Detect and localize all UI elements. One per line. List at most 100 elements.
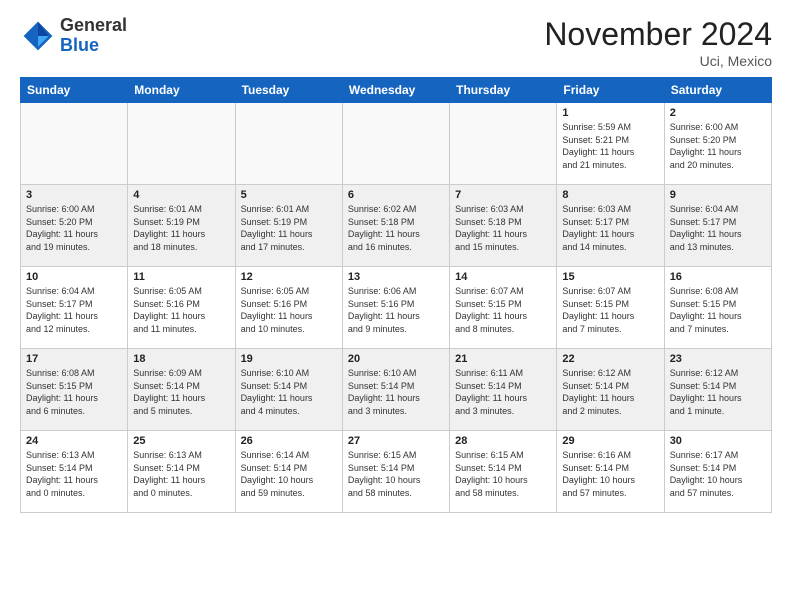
day-number: 8: [562, 189, 658, 201]
day-info: Sunrise: 6:15 AM Sunset: 5:14 PM Dayligh…: [455, 449, 551, 499]
calendar-day-2-3: 13 Sunrise: 6:06 AM Sunset: 5:16 PM Dayli…: [342, 267, 449, 349]
day-number: 19: [241, 353, 337, 365]
calendar-day-1-1: 4 Sunrise: 6:01 AM Sunset: 5:19 PM Daylig…: [128, 185, 235, 267]
day-number: 25: [133, 435, 229, 447]
day-number: 5: [241, 189, 337, 201]
day-info: Sunrise: 6:05 AM Sunset: 5:16 PM Dayligh…: [133, 285, 229, 335]
location: Uci, Mexico: [544, 53, 772, 69]
calendar-day-3-5: 22 Sunrise: 6:12 AM Sunset: 5:14 PM Dayli…: [557, 349, 664, 431]
day-number: 1: [562, 107, 658, 119]
calendar-day-0-6: 2Sunrise: 6:00 AM Sunset: 5:20 PM Daylig…: [664, 103, 771, 185]
calendar-week-4: 24 Sunrise: 6:13 AM Sunset: 5:14 PM Dayli…: [21, 431, 772, 513]
day-info: Sunrise: 6:11 AM Sunset: 5:14 PM Dayligh…: [455, 367, 551, 417]
day-info: Sunrise: 6:07 AM Sunset: 5:15 PM Dayligh…: [455, 285, 551, 335]
day-number: 10: [26, 271, 122, 283]
day-info: Sunrise: 6:13 AM Sunset: 5:14 PM Dayligh…: [133, 449, 229, 499]
calendar-day-2-5: 15 Sunrise: 6:07 AM Sunset: 5:15 PM Dayli…: [557, 267, 664, 349]
day-number: 20: [348, 353, 444, 365]
calendar-week-0: 1 Sunrise: 5:59 AM Sunset: 5:21 PM Daylig…: [21, 103, 772, 185]
calendar-day-0-5: 1 Sunrise: 5:59 AM Sunset: 5:21 PM Daylig…: [557, 103, 664, 185]
day-number: 11: [133, 271, 229, 283]
day-number: 16: [670, 271, 766, 283]
day-number: 23: [670, 353, 766, 365]
day-number: 13: [348, 271, 444, 283]
weekday-row: SundayMondayTuesdayWednesdayThursdayFrid…: [21, 78, 772, 103]
logo-icon: [20, 18, 56, 54]
calendar-week-1: 3Sunrise: 6:00 AM Sunset: 5:20 PM Daylig…: [21, 185, 772, 267]
calendar-day-4-6: 30Sunrise: 6:17 AM Sunset: 5:14 PM Dayli…: [664, 431, 771, 513]
day-info: Sunrise: 6:08 AM Sunset: 5:15 PM Dayligh…: [670, 285, 766, 335]
calendar-day-1-5: 8 Sunrise: 6:03 AM Sunset: 5:17 PM Daylig…: [557, 185, 664, 267]
logo-blue: Blue: [60, 35, 99, 55]
title-block: November 2024 Uci, Mexico: [544, 16, 772, 69]
calendar-day-4-3: 27 Sunrise: 6:15 AM Sunset: 5:14 PM Dayli…: [342, 431, 449, 513]
day-number: 6: [348, 189, 444, 201]
calendar-day-1-6: 9 Sunrise: 6:04 AM Sunset: 5:17 PM Daylig…: [664, 185, 771, 267]
day-info: Sunrise: 6:10 AM Sunset: 5:14 PM Dayligh…: [241, 367, 337, 417]
day-info: Sunrise: 6:16 AM Sunset: 5:14 PM Dayligh…: [562, 449, 658, 499]
calendar-day-2-0: 10Sunrise: 6:04 AM Sunset: 5:17 PM Dayli…: [21, 267, 128, 349]
day-number: 24: [26, 435, 122, 447]
weekday-header-thursday: Thursday: [450, 78, 557, 103]
day-number: 21: [455, 353, 551, 365]
calendar-day-2-6: 16 Sunrise: 6:08 AM Sunset: 5:15 PM Dayli…: [664, 267, 771, 349]
day-info: Sunrise: 6:04 AM Sunset: 5:17 PM Dayligh…: [670, 203, 766, 253]
day-number: 7: [455, 189, 551, 201]
day-number: 2: [670, 107, 766, 119]
calendar-day-0-0: [21, 103, 128, 185]
calendar-day-3-6: 23 Sunrise: 6:12 AM Sunset: 5:14 PM Dayli…: [664, 349, 771, 431]
day-number: 18: [133, 353, 229, 365]
calendar-day-1-3: 6 Sunrise: 6:02 AM Sunset: 5:18 PM Daylig…: [342, 185, 449, 267]
day-info: Sunrise: 6:12 AM Sunset: 5:14 PM Dayligh…: [562, 367, 658, 417]
day-number: 15: [562, 271, 658, 283]
weekday-header-sunday: Sunday: [21, 78, 128, 103]
calendar-day-4-5: 29Sunrise: 6:16 AM Sunset: 5:14 PM Dayli…: [557, 431, 664, 513]
day-info: Sunrise: 6:17 AM Sunset: 5:14 PM Dayligh…: [670, 449, 766, 499]
day-info: Sunrise: 6:01 AM Sunset: 5:19 PM Dayligh…: [241, 203, 337, 253]
calendar-day-4-1: 25 Sunrise: 6:13 AM Sunset: 5:14 PM Dayli…: [128, 431, 235, 513]
day-number: 26: [241, 435, 337, 447]
day-info: Sunrise: 6:12 AM Sunset: 5:14 PM Dayligh…: [670, 367, 766, 417]
calendar-table: SundayMondayTuesdayWednesdayThursdayFrid…: [20, 77, 772, 513]
calendar-day-3-2: 19 Sunrise: 6:10 AM Sunset: 5:14 PM Dayli…: [235, 349, 342, 431]
day-info: Sunrise: 6:10 AM Sunset: 5:14 PM Dayligh…: [348, 367, 444, 417]
day-info: Sunrise: 5:59 AM Sunset: 5:21 PM Dayligh…: [562, 121, 658, 171]
calendar-day-2-1: 11 Sunrise: 6:05 AM Sunset: 5:16 PM Dayli…: [128, 267, 235, 349]
weekday-header-wednesday: Wednesday: [342, 78, 449, 103]
calendar-day-3-4: 21 Sunrise: 6:11 AM Sunset: 5:14 PM Dayli…: [450, 349, 557, 431]
day-info: Sunrise: 6:15 AM Sunset: 5:14 PM Dayligh…: [348, 449, 444, 499]
weekday-header-monday: Monday: [128, 78, 235, 103]
calendar-week-2: 10Sunrise: 6:04 AM Sunset: 5:17 PM Dayli…: [21, 267, 772, 349]
calendar-header: SundayMondayTuesdayWednesdayThursdayFrid…: [21, 78, 772, 103]
day-info: Sunrise: 6:01 AM Sunset: 5:19 PM Dayligh…: [133, 203, 229, 253]
day-number: 22: [562, 353, 658, 365]
page: General Blue November 2024 Uci, Mexico S…: [0, 0, 792, 523]
day-number: 17: [26, 353, 122, 365]
day-info: Sunrise: 6:08 AM Sunset: 5:15 PM Dayligh…: [26, 367, 122, 417]
day-info: Sunrise: 6:03 AM Sunset: 5:18 PM Dayligh…: [455, 203, 551, 253]
calendar-day-3-0: 17 Sunrise: 6:08 AM Sunset: 5:15 PM Dayli…: [21, 349, 128, 431]
day-number: 9: [670, 189, 766, 201]
weekday-header-saturday: Saturday: [664, 78, 771, 103]
day-number: 14: [455, 271, 551, 283]
calendar-body: 1 Sunrise: 5:59 AM Sunset: 5:21 PM Daylig…: [21, 103, 772, 513]
calendar-day-4-0: 24Sunrise: 6:13 AM Sunset: 5:14 PM Dayli…: [21, 431, 128, 513]
calendar-day-3-1: 18Sunrise: 6:09 AM Sunset: 5:14 PM Dayli…: [128, 349, 235, 431]
day-info: Sunrise: 6:02 AM Sunset: 5:18 PM Dayligh…: [348, 203, 444, 253]
logo-text: General Blue: [60, 16, 127, 56]
day-number: 4: [133, 189, 229, 201]
day-number: 27: [348, 435, 444, 447]
logo: General Blue: [20, 16, 127, 56]
calendar-day-0-2: [235, 103, 342, 185]
weekday-header-friday: Friday: [557, 78, 664, 103]
logo-general: General: [60, 15, 127, 35]
day-info: Sunrise: 6:14 AM Sunset: 5:14 PM Dayligh…: [241, 449, 337, 499]
header: General Blue November 2024 Uci, Mexico: [20, 16, 772, 69]
calendar-day-0-3: [342, 103, 449, 185]
day-info: Sunrise: 6:03 AM Sunset: 5:17 PM Dayligh…: [562, 203, 658, 253]
month-title: November 2024: [544, 16, 772, 53]
day-info: Sunrise: 6:07 AM Sunset: 5:15 PM Dayligh…: [562, 285, 658, 335]
day-info: Sunrise: 6:00 AM Sunset: 5:20 PM Dayligh…: [26, 203, 122, 253]
day-info: Sunrise: 6:06 AM Sunset: 5:16 PM Dayligh…: [348, 285, 444, 335]
calendar-day-0-1: [128, 103, 235, 185]
